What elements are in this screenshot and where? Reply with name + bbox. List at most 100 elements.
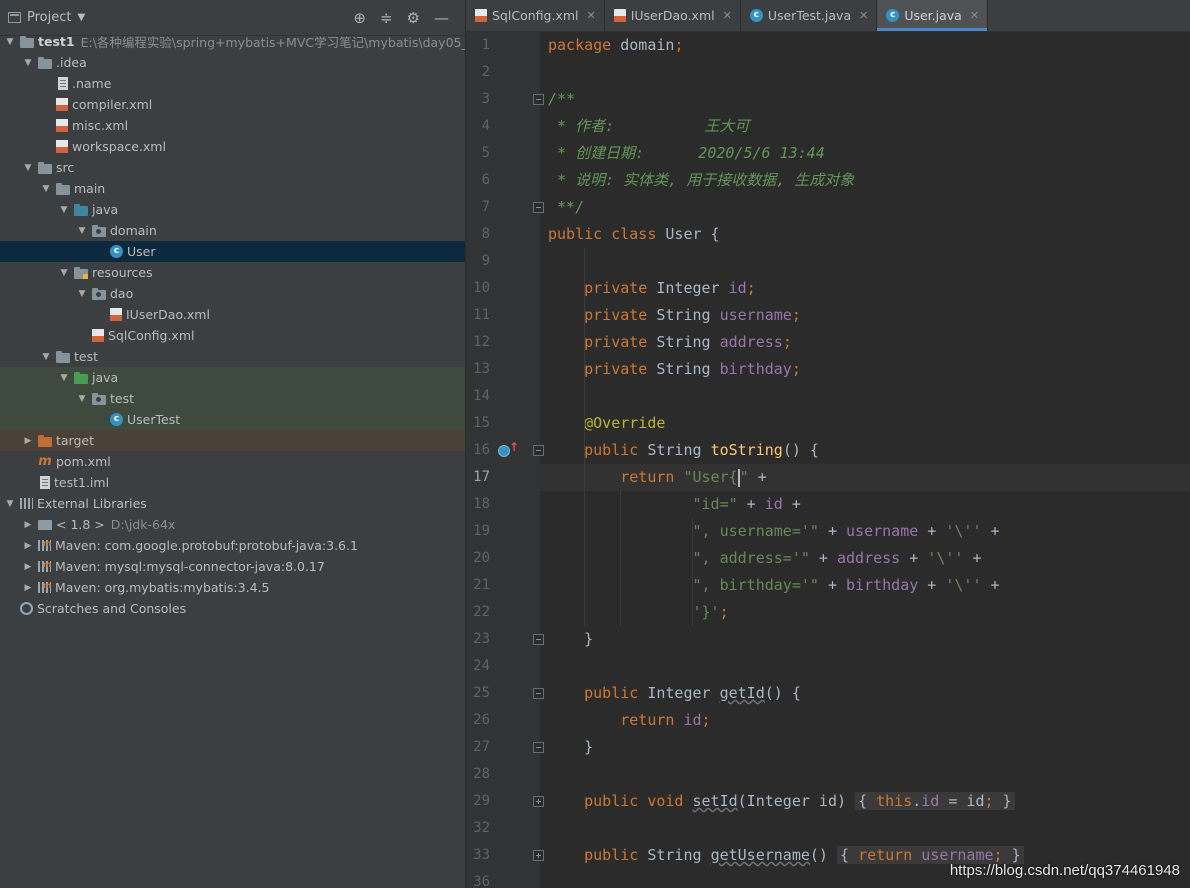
tree-item-label: < 1.8 > [56, 517, 105, 532]
tree-item-label: SqlConfig.xml [108, 328, 195, 343]
fold-expand-icon[interactable] [533, 850, 544, 861]
overrides-method-icon[interactable] [498, 440, 519, 457]
expanded-arrow-icon[interactable]: ▼ [76, 226, 88, 236]
tab-label: IUserDao.xml [630, 8, 715, 23]
tree-item-label: test1 [38, 34, 75, 49]
expanded-arrow-icon[interactable]: ▼ [76, 394, 88, 404]
collapsed-arrow-icon[interactable]: ▶ [22, 541, 34, 551]
tree-item-target[interactable]: ▶ target [0, 430, 465, 451]
tab-label: SqlConfig.xml [492, 8, 579, 23]
tree-item-domain[interactable]: ▼ domain [0, 220, 465, 241]
code-line: private String birthday; [584, 360, 801, 378]
tree-item-test[interactable]: ▼ test [0, 346, 465, 367]
tree-item-user[interactable]: c User [0, 241, 465, 262]
expanded-arrow-icon[interactable]: ▼ [4, 37, 16, 47]
expanded-arrow-icon[interactable]: ▼ [76, 289, 88, 299]
tree-item-scratches-and-consoles[interactable]: Scratches and Consoles [0, 598, 465, 619]
tree-item-compiler-xml[interactable]: compiler.xml [0, 94, 465, 115]
fold-collapse-icon[interactable] [533, 202, 544, 213]
tree-item-idea[interactable]: ▼ .idea [0, 52, 465, 73]
collapsed-arrow-icon[interactable]: ▶ [22, 583, 34, 593]
code-area[interactable]: package domain; /** * 作者: 王大可 * 创建日期: 202… [540, 32, 1190, 888]
close-icon[interactable]: ✕ [723, 9, 732, 22]
tree-item-java[interactable]: ▼ java [0, 367, 465, 388]
code-line: * 说明: 实体类, 用于接收数据, 生成对象 [548, 171, 855, 189]
text-file-icon [58, 77, 68, 90]
tree-item-name[interactable]: .name [0, 73, 465, 94]
line-number: 24 [473, 658, 490, 674]
tree-item-maven-mysql-mysql-connector-java-8-0-17[interactable]: ▶ Maven: mysql:mysql-connector-java:8.0.1… [0, 556, 465, 577]
expanded-arrow-icon[interactable]: ▼ [58, 373, 70, 383]
tree-item-test[interactable]: ▼ test [0, 388, 465, 409]
tree-item-test1[interactable]: ▼ test1 E:\各种编程实验\spring+mybatis+MVC学习笔记\m… [0, 31, 465, 52]
project-view-title[interactable]: Project [27, 10, 71, 25]
code-line: **/ [548, 198, 585, 216]
collapsed-arrow-icon[interactable]: ▶ [22, 436, 34, 446]
tree-item-maven-com-google-protobuf-protobuf-java-3-6-1[interactable]: ▶ Maven: com.google.protobuf:protobuf-jav… [0, 535, 465, 556]
close-icon[interactable]: ✕ [859, 9, 868, 22]
line-number: 9 [481, 253, 490, 269]
tree-item-1-8[interactable]: ▶ < 1.8 > D:\jdk-64x [0, 514, 465, 535]
fold-collapse-icon[interactable] [533, 742, 544, 753]
line-number: 32 [473, 820, 490, 836]
expanded-arrow-icon[interactable]: ▼ [4, 499, 16, 509]
java-class-icon: c [886, 9, 900, 22]
tree-item-misc-xml[interactable]: misc.xml [0, 115, 465, 136]
expanded-arrow-icon[interactable]: ▼ [58, 268, 70, 278]
tree-item-sqlconfig-xml[interactable]: SqlConfig.xml [0, 325, 465, 346]
tab-user-java[interactable]: c User.java ✕ [877, 0, 989, 31]
tree-item-workspace-xml[interactable]: workspace.xml [0, 136, 465, 157]
tree-item-maven-org-mybatis-mybatis-3-4-5[interactable]: ▶ Maven: org.mybatis:mybatis:3.4.5 [0, 577, 465, 598]
chevron-down-icon[interactable]: ▼ [77, 12, 85, 23]
tree-item-test1-iml[interactable]: test1.iml [0, 472, 465, 493]
close-icon[interactable]: ✕ [970, 9, 979, 22]
tree-item-pom-xml[interactable]: m pom.xml [0, 451, 465, 472]
tree-item-resources[interactable]: ▼ resources [0, 262, 465, 283]
fold-collapse-icon[interactable] [533, 634, 544, 645]
tree-item-path: D:\jdk-64x [110, 517, 176, 532]
tree-item-dao[interactable]: ▼ dao [0, 283, 465, 304]
tree-item-label: java [92, 370, 119, 385]
tree-item-main[interactable]: ▼ main [0, 178, 465, 199]
hide-panel-icon[interactable]: — [434, 9, 449, 27]
code-editor[interactable]: 1234567891011121314151617181920212223242… [466, 32, 1190, 888]
tree-item-java[interactable]: ▼ java [0, 199, 465, 220]
line-number: 15 [473, 415, 490, 431]
tree-item-label: pom.xml [56, 454, 111, 469]
tree-item-src[interactable]: ▼ src [0, 157, 465, 178]
expanded-arrow-icon[interactable]: ▼ [40, 184, 52, 194]
tree-item-label: java [92, 202, 119, 217]
collapsed-arrow-icon[interactable]: ▶ [22, 562, 34, 572]
line-number: 7 [481, 199, 490, 215]
fold-collapse-icon[interactable] [533, 94, 544, 105]
collapse-all-icon[interactable]: ≑ [380, 9, 393, 27]
locate-file-icon[interactable]: ⊕ [353, 9, 366, 27]
tree-item-iuserdao-xml[interactable]: IUserDao.xml [0, 304, 465, 325]
tab-iuserdao-xml[interactable]: IUserDao.xml ✕ [605, 0, 741, 31]
fold-collapse-icon[interactable] [533, 445, 544, 456]
close-icon[interactable]: ✕ [586, 9, 595, 22]
line-number: 19 [473, 523, 490, 539]
code-line: return id; [620, 711, 711, 729]
line-number: 25 [473, 685, 490, 701]
collapsed-arrow-icon[interactable]: ▶ [22, 520, 34, 530]
tab-usertest-java[interactable]: c UserTest.java ✕ [741, 0, 878, 31]
tree-item-usertest[interactable]: c UserTest [0, 409, 465, 430]
watermark: https://blog.csdn.net/qq374461948 [949, 862, 1180, 879]
expanded-arrow-icon[interactable]: ▼ [22, 163, 34, 173]
expanded-arrow-icon[interactable]: ▼ [58, 205, 70, 215]
line-number: 21 [473, 577, 490, 593]
gear-icon[interactable]: ⚙ [407, 9, 420, 27]
project-view-icon [8, 12, 21, 23]
folder-icon [38, 56, 52, 69]
module-folder-icon [20, 35, 34, 48]
tree-item-label: compiler.xml [72, 97, 153, 112]
tree-item-external-libraries[interactable]: ▼ External Libraries [0, 493, 465, 514]
expanded-arrow-icon[interactable]: ▼ [40, 352, 52, 362]
code-line: '}'; [692, 603, 729, 621]
code-line: public String toString() { [584, 441, 819, 459]
tab-sqlconfig-xml[interactable]: SqlConfig.xml ✕ [466, 0, 605, 31]
expanded-arrow-icon[interactable]: ▼ [22, 58, 34, 68]
fold-collapse-icon[interactable] [533, 688, 544, 699]
fold-expand-icon[interactable] [533, 796, 544, 807]
